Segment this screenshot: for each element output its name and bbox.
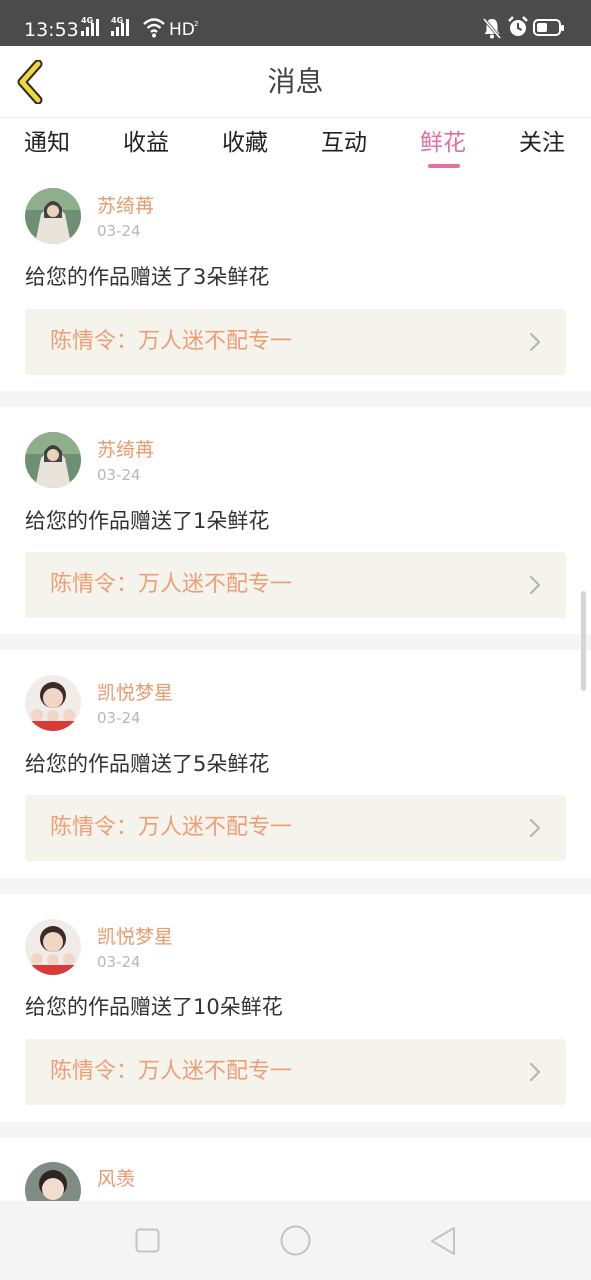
username[interactable]: 苏绮苒 xyxy=(97,437,154,463)
message-date: 03-24 xyxy=(97,953,141,971)
wifi-icon xyxy=(143,18,165,38)
avatar[interactable] xyxy=(25,432,81,488)
message-text: 给您的作品赠送了1朵鲜花 xyxy=(25,509,270,533)
scrollbar[interactable] xyxy=(581,591,586,691)
alarm-icon xyxy=(508,16,528,36)
battery-icon xyxy=(533,19,564,36)
hd-sub-label: 2 xyxy=(194,20,199,28)
message-date: 03-24 xyxy=(97,466,141,484)
separator xyxy=(0,878,591,894)
work-link[interactable]: 陈情令：万人迷不配专一 xyxy=(25,552,566,618)
list-item: 凯悦梦星 03-24 给您的作品赠送了5朵鲜花 陈情令：万人迷不配专一 xyxy=(0,650,591,870)
tab-interactions[interactable]: 互动 xyxy=(321,126,367,160)
header: 消息 xyxy=(0,46,591,118)
active-tab-indicator xyxy=(428,164,460,168)
avatar[interactable] xyxy=(25,1162,81,1201)
chevron-right-icon xyxy=(529,575,541,595)
bell-muted-icon xyxy=(482,18,502,39)
square-recents-icon[interactable] xyxy=(135,1228,160,1253)
separator xyxy=(0,391,591,407)
work-title: 陈情令：万人迷不配专一 xyxy=(50,572,293,597)
tab-earnings[interactable]: 收益 xyxy=(123,126,169,160)
work-link[interactable]: 陈情令：万人迷不配专一 xyxy=(25,795,566,861)
list-item: 苏绮苒 03-24 给您的作品赠送了3朵鲜花 陈情令：万人迷不配专一 xyxy=(0,172,591,392)
message-date: 03-24 xyxy=(97,222,141,240)
separator xyxy=(0,634,591,650)
tab-follows[interactable]: 关注 xyxy=(519,126,565,160)
separator xyxy=(0,1122,591,1138)
tab-notifications[interactable]: 通知 xyxy=(24,126,70,160)
status-time: 13:53 xyxy=(24,19,79,41)
work-link[interactable]: 陈情令：万人迷不配专一 xyxy=(25,309,566,375)
list-item: 凯悦梦星 03-24 给您的作品赠送了10朵鲜花 陈情令：万人迷不配专一 xyxy=(0,894,591,1114)
tab-favorites[interactable]: 收藏 xyxy=(222,126,268,160)
list-item: 苏绮苒 03-24 给您的作品赠送了1朵鲜花 陈情令：万人迷不配专一 xyxy=(0,407,591,627)
signal-icon: 4G xyxy=(81,17,105,41)
avatar[interactable] xyxy=(25,188,81,244)
status-bar: 13:53 4G 4G HD 2 xyxy=(0,0,591,46)
username[interactable]: 凯悦梦星 xyxy=(97,680,173,706)
username[interactable]: 苏绮苒 xyxy=(97,193,154,219)
tab-flowers[interactable]: 鲜花 xyxy=(420,126,466,160)
system-nav-bar xyxy=(0,1201,591,1280)
avatar[interactable] xyxy=(25,675,81,731)
avatar[interactable] xyxy=(25,919,81,975)
work-title: 陈情令：万人迷不配专一 xyxy=(50,815,293,840)
list-item: 风羡 xyxy=(0,1138,591,1201)
work-link[interactable]: 陈情令：万人迷不配专一 xyxy=(25,1039,566,1105)
tab-bar: 通知 收益 收藏 互动 鲜花 关注 xyxy=(0,118,591,172)
message-text: 给您的作品赠送了10朵鲜花 xyxy=(25,995,283,1019)
chevron-right-icon xyxy=(529,332,541,352)
message-date: 03-24 xyxy=(97,709,141,727)
chevron-right-icon xyxy=(529,1062,541,1082)
chevron-right-icon xyxy=(529,818,541,838)
username[interactable]: 凯悦梦星 xyxy=(97,924,173,950)
work-title: 陈情令：万人迷不配专一 xyxy=(50,329,293,354)
page-title: 消息 xyxy=(267,65,324,98)
message-text: 给您的作品赠送了5朵鲜花 xyxy=(25,752,270,776)
work-title: 陈情令：万人迷不配专一 xyxy=(50,1059,293,1084)
message-text: 给您的作品赠送了3朵鲜花 xyxy=(25,265,270,289)
signal-icon: 4G xyxy=(111,17,135,41)
username[interactable]: 风羡 xyxy=(97,1166,135,1192)
circle-home-icon[interactable] xyxy=(280,1225,311,1256)
hd-label: HD xyxy=(169,20,195,40)
triangle-back-icon[interactable] xyxy=(429,1226,457,1256)
